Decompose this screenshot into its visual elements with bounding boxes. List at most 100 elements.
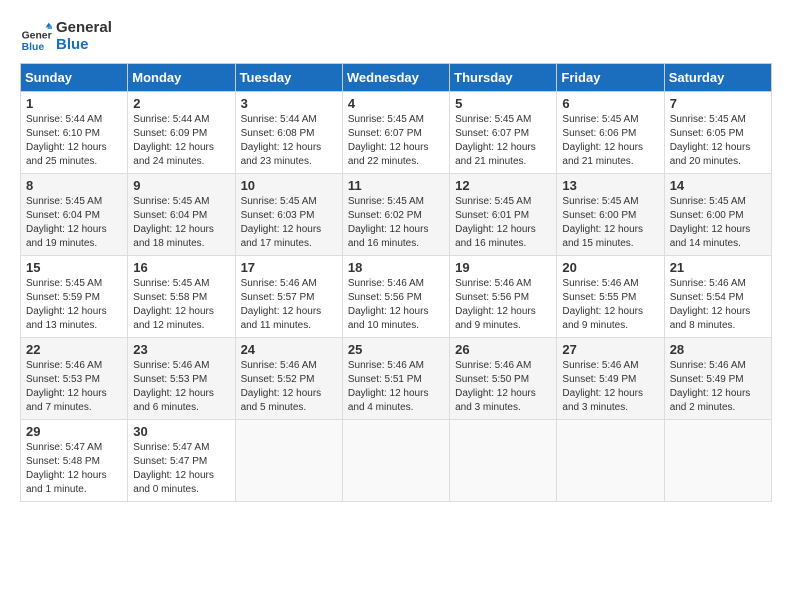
calendar-cell [235, 420, 342, 502]
day-number: 20 [562, 260, 658, 275]
cell-info: Sunrise: 5:46 AMSunset: 5:57 PMDaylight:… [241, 277, 337, 333]
cell-info: Sunrise: 5:46 AMSunset: 5:53 PMDaylight:… [26, 359, 122, 415]
day-number: 1 [26, 96, 122, 111]
calendar-cell: 25 Sunrise: 5:46 AMSunset: 5:51 PMDayligh… [342, 338, 449, 420]
calendar-week-1: 1 Sunrise: 5:44 AMSunset: 6:10 PMDaylight… [21, 92, 772, 174]
logo: General Blue General Blue [20, 20, 112, 53]
calendar-cell: 13 Sunrise: 5:45 AMSunset: 6:00 PMDayligh… [557, 174, 664, 256]
day-number: 29 [26, 424, 122, 439]
calendar-cell [450, 420, 557, 502]
day-number: 26 [455, 342, 551, 357]
calendar-cell: 2 Sunrise: 5:44 AMSunset: 6:09 PMDaylight… [128, 92, 235, 174]
svg-text:General: General [22, 30, 52, 41]
calendar-week-4: 22 Sunrise: 5:46 AMSunset: 5:53 PMDayligh… [21, 338, 772, 420]
calendar-cell: 4 Sunrise: 5:45 AMSunset: 6:07 PMDaylight… [342, 92, 449, 174]
calendar-week-5: 29 Sunrise: 5:47 AMSunset: 5:48 PMDayligh… [21, 420, 772, 502]
cell-info: Sunrise: 5:46 AMSunset: 5:49 PMDaylight:… [562, 359, 658, 415]
calendar-cell: 10Sunrise: 5:45 AMSunset: 6:03 PMDayligh… [235, 174, 342, 256]
header-saturday: Saturday [664, 64, 771, 92]
cell-info: Sunrise: 5:45 AMSunset: 6:06 PMDaylight:… [562, 113, 658, 169]
calendar-week-3: 15 Sunrise: 5:45 AMSunset: 5:59 PMDayligh… [21, 256, 772, 338]
calendar-cell [664, 420, 771, 502]
cell-info: Sunrise: 5:46 AMSunset: 5:52 PMDaylight:… [241, 359, 337, 415]
day-number: 14 [670, 178, 766, 193]
cell-info: Sunrise: 5:45 AMSunset: 6:05 PMDaylight:… [670, 113, 766, 169]
cell-info: Sunrise: 5:45 AMSunset: 6:02 PMDaylight:… [348, 195, 444, 251]
day-number: 12 [455, 178, 551, 193]
calendar-cell: 1 Sunrise: 5:44 AMSunset: 6:10 PMDaylight… [21, 92, 128, 174]
calendar-cell: 19 Sunrise: 5:46 AMSunset: 5:56 PMDayligh… [450, 256, 557, 338]
cell-info: Sunrise: 5:46 AMSunset: 5:54 PMDaylight:… [670, 277, 766, 333]
cell-info: Sunrise: 5:47 AMSunset: 5:48 PMDaylight:… [26, 441, 122, 497]
calendar-cell: 21 Sunrise: 5:46 AMSunset: 5:54 PMDayligh… [664, 256, 771, 338]
calendar-cell [557, 420, 664, 502]
day-number: 24 [241, 342, 337, 357]
calendar-cell: 29 Sunrise: 5:47 AMSunset: 5:48 PMDayligh… [21, 420, 128, 502]
calendar-week-2: 8 Sunrise: 5:45 AMSunset: 6:04 PMDaylight… [21, 174, 772, 256]
calendar-cell: 24 Sunrise: 5:46 AMSunset: 5:52 PMDayligh… [235, 338, 342, 420]
calendar-cell: 22 Sunrise: 5:46 AMSunset: 5:53 PMDayligh… [21, 338, 128, 420]
cell-info: Sunrise: 5:45 AMSunset: 6:00 PMDaylight:… [670, 195, 766, 251]
calendar-cell: 18 Sunrise: 5:46 AMSunset: 5:56 PMDayligh… [342, 256, 449, 338]
cell-info: Sunrise: 5:44 AMSunset: 6:10 PMDaylight:… [26, 113, 122, 169]
calendar-cell: 17 Sunrise: 5:46 AMSunset: 5:57 PMDayligh… [235, 256, 342, 338]
calendar-cell [342, 420, 449, 502]
cell-info: Sunrise: 5:45 AMSunset: 5:59 PMDaylight:… [26, 277, 122, 333]
day-number: 18 [348, 260, 444, 275]
day-number: 4 [348, 96, 444, 111]
calendar-cell: 28 Sunrise: 5:46 AMSunset: 5:49 PMDayligh… [664, 338, 771, 420]
header-friday: Friday [557, 64, 664, 92]
day-number: 7 [670, 96, 766, 111]
cell-info: Sunrise: 5:46 AMSunset: 5:53 PMDaylight:… [133, 359, 229, 415]
calendar-cell: 6 Sunrise: 5:45 AMSunset: 6:06 PMDaylight… [557, 92, 664, 174]
day-number: 25 [348, 342, 444, 357]
day-number: 19 [455, 260, 551, 275]
calendar-cell: 5 Sunrise: 5:45 AMSunset: 6:07 PMDaylight… [450, 92, 557, 174]
cell-info: Sunrise: 5:46 AMSunset: 5:56 PMDaylight:… [455, 277, 551, 333]
day-number: 3 [241, 96, 337, 111]
cell-info: Sunrise: 5:45 AMSunset: 6:07 PMDaylight:… [348, 113, 444, 169]
cell-info: Sunrise: 5:45 AMSunset: 6:07 PMDaylight:… [455, 113, 551, 169]
calendar-cell: 7 Sunrise: 5:45 AMSunset: 6:05 PMDaylight… [664, 92, 771, 174]
day-number: 2 [133, 96, 229, 111]
day-number: 21 [670, 260, 766, 275]
logo-blue: Blue [56, 37, 112, 54]
calendar-cell: 12Sunrise: 5:45 AMSunset: 6:01 PMDayligh… [450, 174, 557, 256]
cell-info: Sunrise: 5:46 AMSunset: 5:56 PMDaylight:… [348, 277, 444, 333]
logo-icon: General Blue [20, 21, 52, 53]
cell-info: Sunrise: 5:44 AMSunset: 6:09 PMDaylight:… [133, 113, 229, 169]
day-number: 6 [562, 96, 658, 111]
cell-info: Sunrise: 5:45 AMSunset: 6:04 PMDaylight:… [133, 195, 229, 251]
calendar-cell: 20Sunrise: 5:46 AMSunset: 5:55 PMDayligh… [557, 256, 664, 338]
calendar-cell: 23 Sunrise: 5:46 AMSunset: 5:53 PMDayligh… [128, 338, 235, 420]
calendar-cell: 30Sunrise: 5:47 AMSunset: 5:47 PMDayligh… [128, 420, 235, 502]
header-wednesday: Wednesday [342, 64, 449, 92]
day-number: 11 [348, 178, 444, 193]
day-number: 17 [241, 260, 337, 275]
cell-info: Sunrise: 5:47 AMSunset: 5:47 PMDaylight:… [133, 441, 229, 497]
cell-info: Sunrise: 5:45 AMSunset: 6:03 PMDaylight:… [241, 195, 337, 251]
cell-info: Sunrise: 5:46 AMSunset: 5:50 PMDaylight:… [455, 359, 551, 415]
day-number: 8 [26, 178, 122, 193]
calendar-cell: 26 Sunrise: 5:46 AMSunset: 5:50 PMDayligh… [450, 338, 557, 420]
logo-general: General [56, 20, 112, 37]
header-thursday: Thursday [450, 64, 557, 92]
cell-info: Sunrise: 5:44 AMSunset: 6:08 PMDaylight:… [241, 113, 337, 169]
cell-info: Sunrise: 5:46 AMSunset: 5:51 PMDaylight:… [348, 359, 444, 415]
page-header: General Blue General Blue [20, 20, 772, 53]
day-number: 15 [26, 260, 122, 275]
day-number: 5 [455, 96, 551, 111]
day-number: 13 [562, 178, 658, 193]
cell-info: Sunrise: 5:45 AMSunset: 6:00 PMDaylight:… [562, 195, 658, 251]
day-number: 22 [26, 342, 122, 357]
calendar-header-row: SundayMondayTuesdayWednesdayThursdayFrid… [21, 64, 772, 92]
cell-info: Sunrise: 5:46 AMSunset: 5:49 PMDaylight:… [670, 359, 766, 415]
day-number: 27 [562, 342, 658, 357]
day-number: 23 [133, 342, 229, 357]
calendar-cell: 16Sunrise: 5:45 AMSunset: 5:58 PMDayligh… [128, 256, 235, 338]
calendar-cell: 8Sunrise: 5:45 AMSunset: 6:04 PMDaylight… [21, 174, 128, 256]
day-number: 28 [670, 342, 766, 357]
calendar-table: SundayMondayTuesdayWednesdayThursdayFrid… [20, 63, 772, 502]
calendar-cell: 15 Sunrise: 5:45 AMSunset: 5:59 PMDayligh… [21, 256, 128, 338]
cell-info: Sunrise: 5:45 AMSunset: 5:58 PMDaylight:… [133, 277, 229, 333]
